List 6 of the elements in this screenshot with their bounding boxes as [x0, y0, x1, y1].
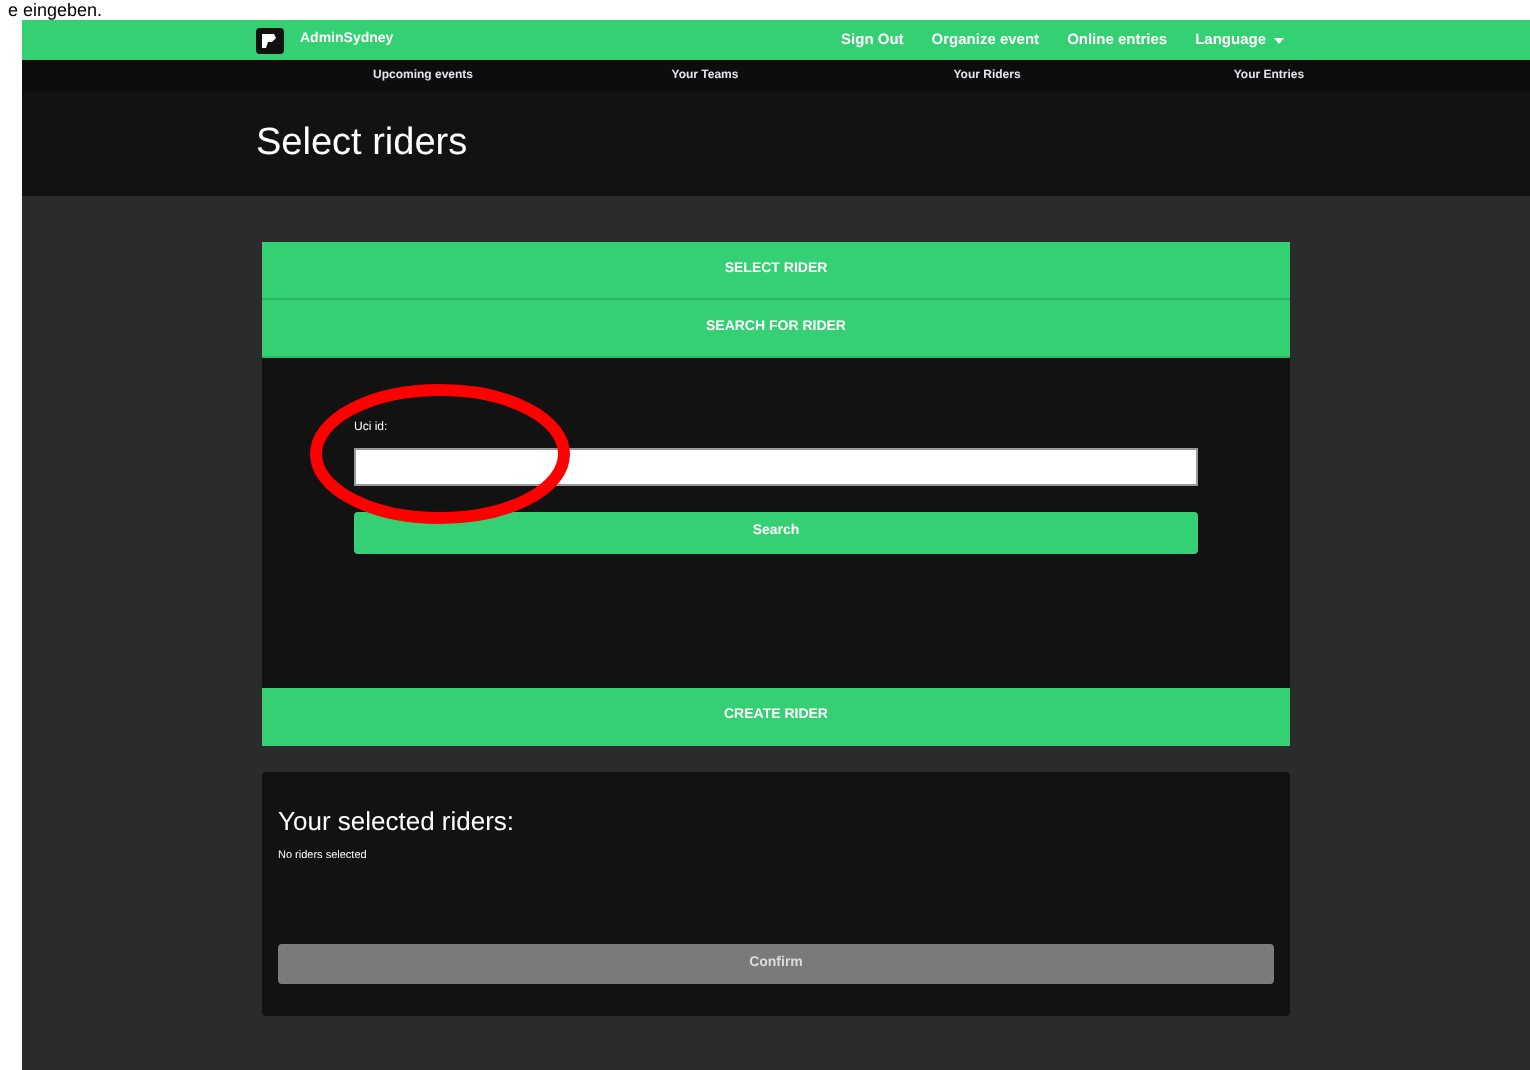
caret-icon: [1274, 37, 1284, 43]
selected-title: Your selected riders:: [278, 804, 517, 840]
document-caption: e eingeben.: [8, 0, 103, 20]
logo-icon: [256, 27, 284, 53]
uci-id-field[interactable]: [354, 448, 1198, 486]
page-title: Select riders: [256, 119, 468, 168]
